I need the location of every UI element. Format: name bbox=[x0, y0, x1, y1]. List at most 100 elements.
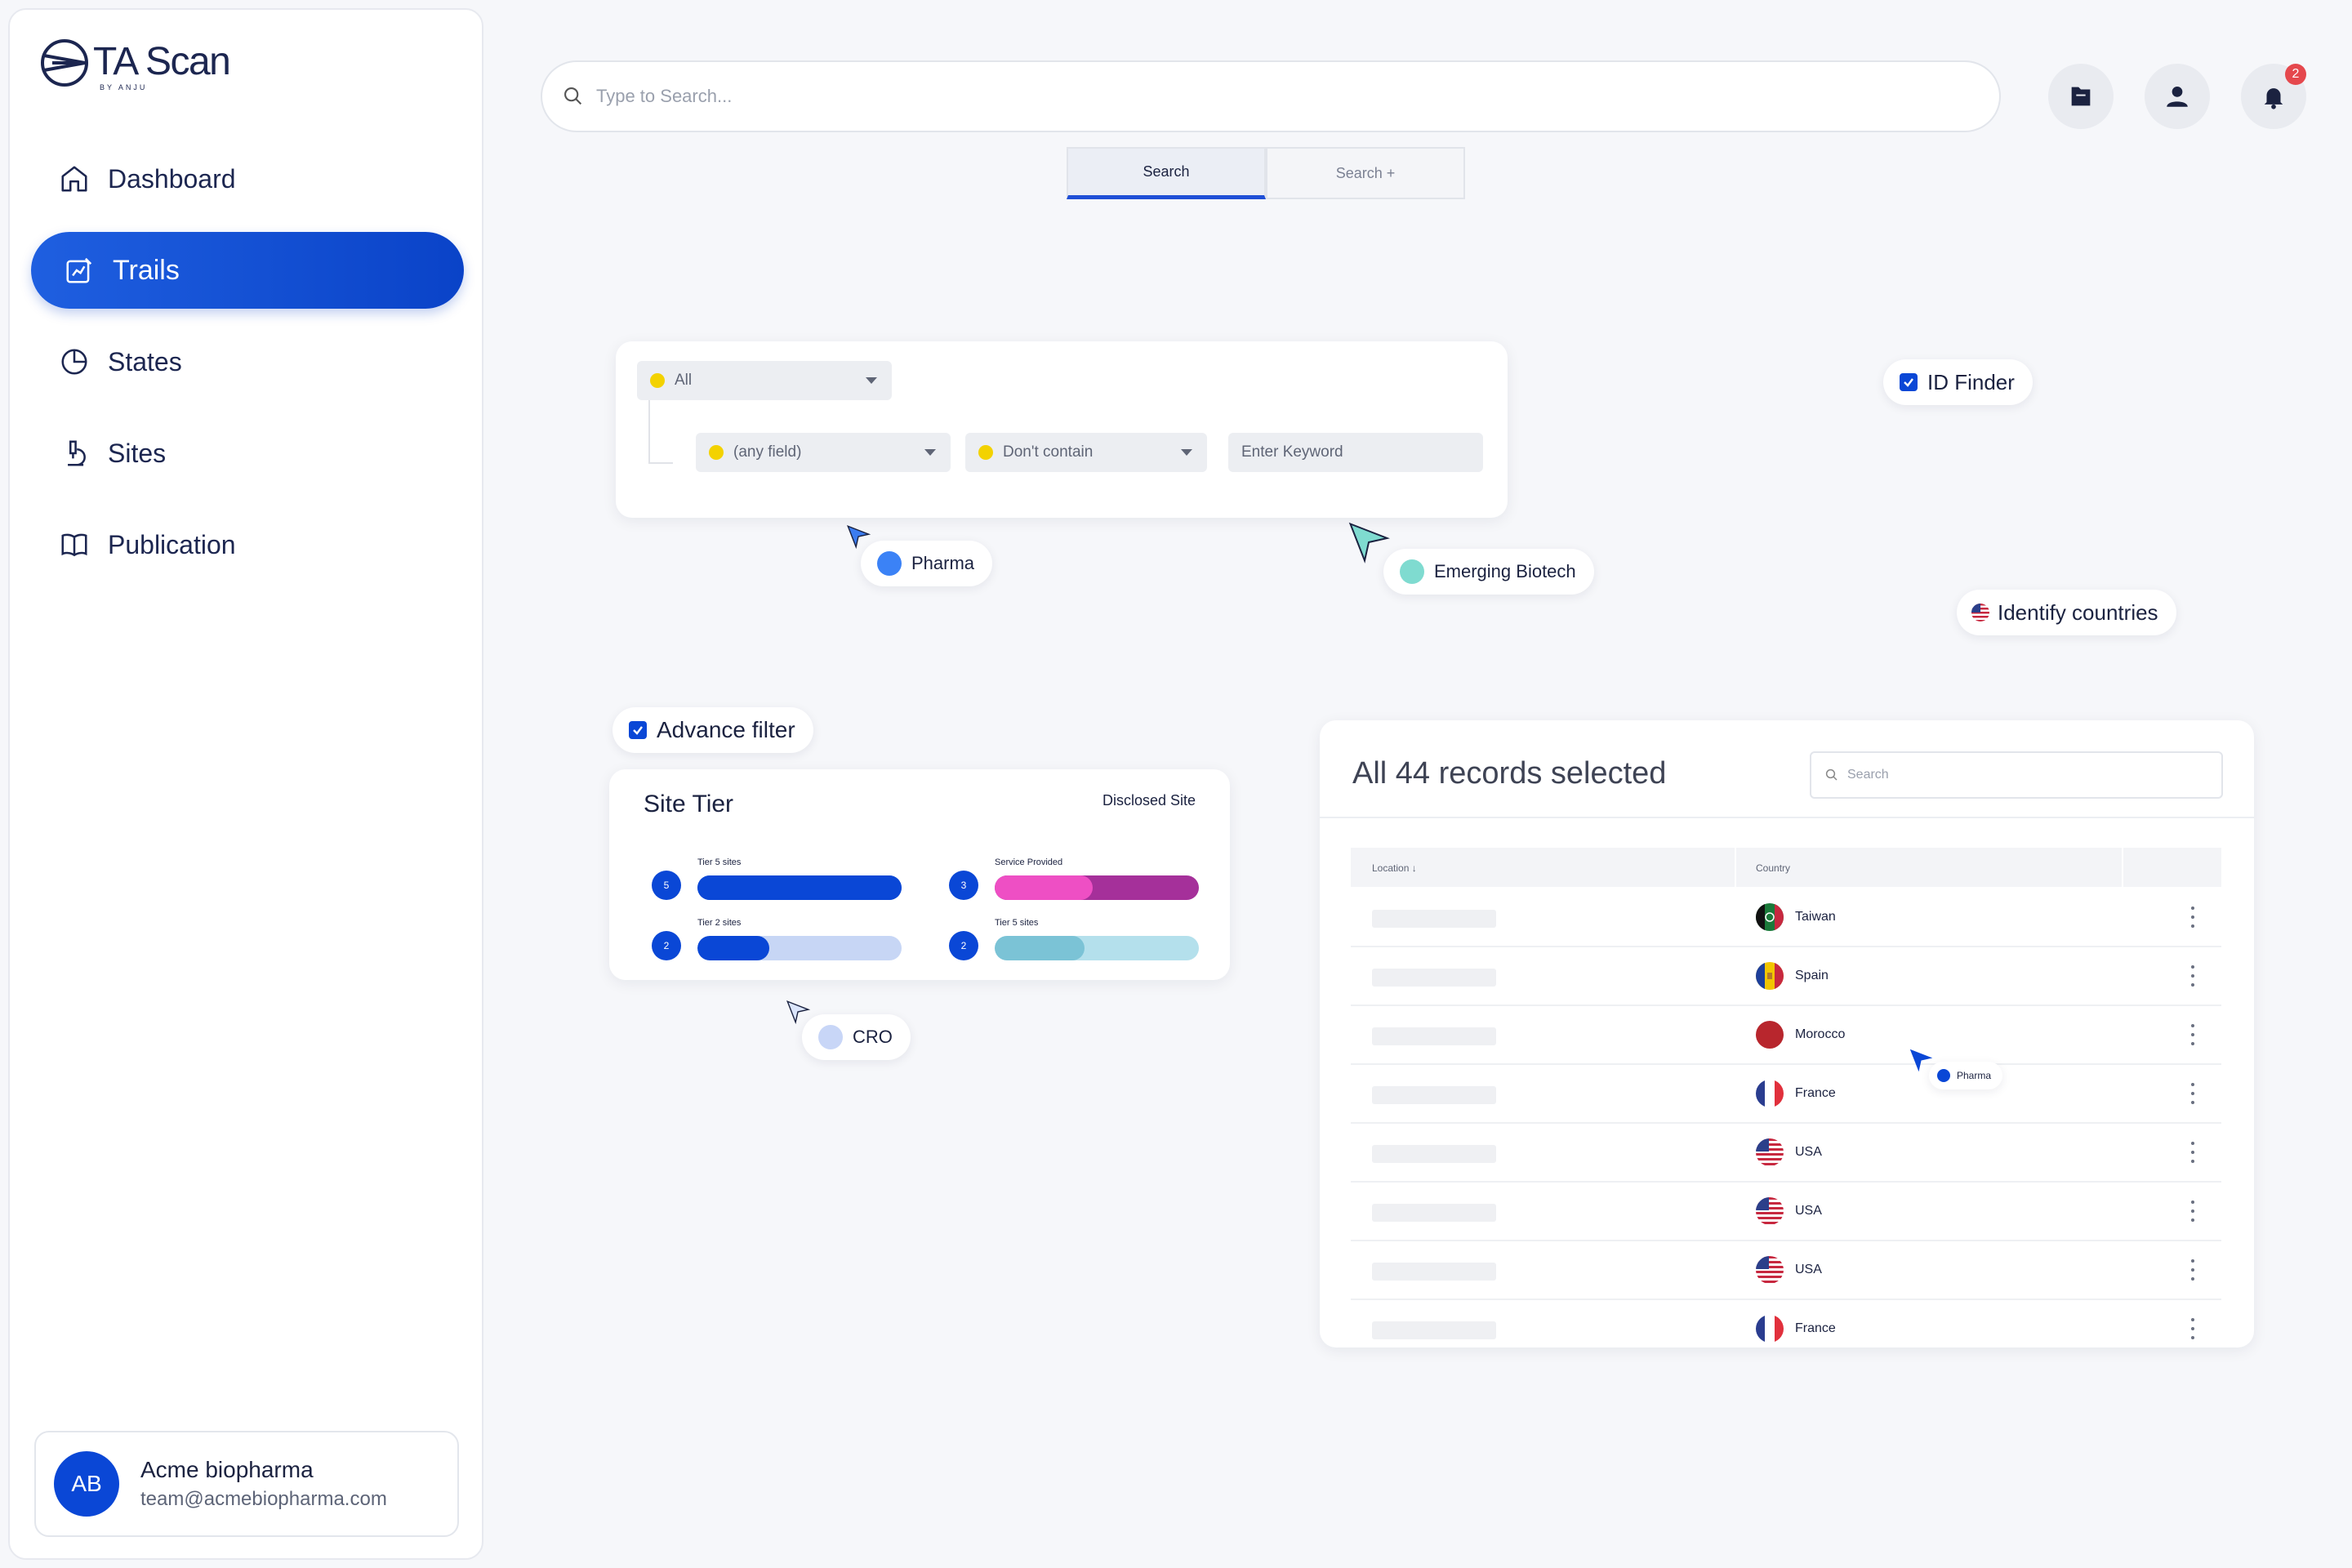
table-row[interactable]: Spain bbox=[1351, 947, 2221, 1006]
more-options-icon[interactable] bbox=[2190, 1024, 2195, 1045]
more-options-icon[interactable] bbox=[2190, 1142, 2195, 1163]
keyword-input[interactable]: Enter Keyword bbox=[1228, 433, 1483, 472]
profile-button[interactable] bbox=[2145, 64, 2210, 129]
pie-chart-icon bbox=[61, 349, 87, 375]
france-flag-icon bbox=[1756, 1315, 1784, 1343]
sidebar-item-sites[interactable]: Sites bbox=[31, 415, 464, 492]
tier-label: Service Provided bbox=[995, 858, 1063, 867]
table-row[interactable]: Taiwan bbox=[1351, 889, 2221, 947]
country-cell: Spain bbox=[1795, 969, 1829, 982]
book-icon bbox=[61, 533, 87, 557]
more-options-icon[interactable] bbox=[2190, 1318, 2195, 1339]
chip-cro: CRO bbox=[802, 1014, 911, 1060]
taiwan-flag-icon bbox=[1756, 903, 1784, 931]
more-options-icon[interactable] bbox=[2190, 965, 2195, 987]
site-tier-title: Site Tier bbox=[644, 791, 734, 817]
usa-flag-icon bbox=[1756, 1256, 1784, 1284]
records-search[interactable] bbox=[1810, 751, 2223, 799]
tier-progress-bar bbox=[697, 875, 902, 900]
usa-flag-icon bbox=[1971, 604, 1989, 621]
tier-count-badge: 2 bbox=[949, 931, 978, 960]
site-tier-card: Site Tier Disclosed Site 5 Tier 5 sites … bbox=[609, 769, 1230, 980]
chip-pharma-small: Pharma bbox=[1929, 1062, 2003, 1089]
ta-scan-logo[interactable]: TA Scan BY ANJU bbox=[39, 38, 231, 91]
search-icon bbox=[1825, 768, 1838, 781]
more-options-icon[interactable] bbox=[2190, 906, 2195, 928]
home-icon bbox=[61, 166, 87, 192]
table-row[interactable]: USA bbox=[1351, 1124, 2221, 1183]
operator-select[interactable]: Don't contain bbox=[965, 433, 1207, 472]
country-cell: USA bbox=[1795, 1145, 1822, 1159]
usa-flag-icon bbox=[1756, 1138, 1784, 1166]
field-select[interactable]: (any field) bbox=[696, 433, 951, 472]
account-card[interactable]: AB Acme biopharma team@acmebiopharma.com bbox=[34, 1431, 459, 1537]
query-builder-card: All (any field) Don't contain Enter Keyw… bbox=[616, 341, 1508, 518]
tier-progress-fill bbox=[995, 936, 1085, 960]
sidebar-item-label: Dashboard bbox=[108, 163, 236, 194]
status-dot-icon bbox=[709, 445, 724, 460]
notification-badge: 2 bbox=[2285, 64, 2306, 85]
cro-color-dot bbox=[818, 1025, 843, 1049]
search-tabs: Search Search + bbox=[1067, 147, 1465, 199]
sidebar-item-dashboard[interactable]: Dashboard bbox=[31, 140, 464, 217]
usa-flag-icon bbox=[1756, 1197, 1784, 1225]
chip-advance-filter[interactable]: Advance filter bbox=[612, 707, 813, 753]
global-search[interactable] bbox=[541, 60, 2001, 132]
location-placeholder bbox=[1372, 1145, 1496, 1163]
scope-select[interactable]: All bbox=[637, 361, 892, 400]
table-row[interactable]: France bbox=[1351, 1065, 2221, 1124]
table-row[interactable]: USA bbox=[1351, 1241, 2221, 1300]
table-header: Location ↓ Country bbox=[1351, 848, 2221, 887]
sidebar-item-label: Sites bbox=[108, 438, 167, 468]
chevron-down-icon bbox=[924, 449, 936, 456]
more-options-icon[interactable] bbox=[2190, 1259, 2195, 1281]
tier-progress-bar bbox=[697, 936, 902, 960]
more-options-icon[interactable] bbox=[2190, 1083, 2195, 1104]
checkbox-checked-icon bbox=[629, 721, 647, 739]
notifications-button[interactable]: 2 bbox=[2241, 64, 2306, 129]
table-row[interactable]: Morocco bbox=[1351, 1006, 2221, 1065]
app-name: TA Scan bbox=[93, 40, 231, 83]
chip-label: Pharma bbox=[1957, 1070, 1992, 1081]
column-header-country[interactable]: Country bbox=[1756, 862, 1790, 874]
bell-icon bbox=[2264, 88, 2283, 109]
chip-pharma: Pharma bbox=[861, 541, 993, 586]
pharma-color-dot bbox=[877, 551, 902, 576]
records-search-input[interactable] bbox=[1847, 768, 2016, 782]
tier-label: Tier 5 sites bbox=[697, 858, 742, 867]
tier-count-badge: 3 bbox=[949, 871, 978, 900]
folder-button[interactable] bbox=[2048, 64, 2114, 129]
more-options-icon[interactable] bbox=[2190, 1200, 2195, 1222]
avatar: AB bbox=[54, 1451, 119, 1517]
table-row[interactable]: USA bbox=[1351, 1183, 2221, 1241]
sidebar-item-publication[interactable]: Publication bbox=[31, 506, 464, 583]
divider bbox=[1320, 817, 2254, 818]
france-flag-icon bbox=[1756, 1080, 1784, 1107]
column-separator bbox=[2122, 848, 2123, 887]
account-name: Acme biopharma bbox=[140, 1457, 314, 1482]
location-placeholder bbox=[1372, 1263, 1496, 1281]
chip-emerging-biotech: Emerging Biotech bbox=[1383, 549, 1594, 595]
microscope-icon bbox=[68, 440, 86, 466]
column-header-location[interactable]: Location ↓ bbox=[1372, 862, 1417, 874]
country-cell: USA bbox=[1795, 1204, 1822, 1218]
location-placeholder bbox=[1372, 1204, 1496, 1222]
sidebar-item-label: States bbox=[108, 346, 182, 376]
app-tagline: BY ANJU bbox=[100, 83, 148, 91]
chip-id-finder[interactable]: ID Finder bbox=[1883, 359, 2033, 405]
tier-item: 3 Service Provided bbox=[949, 854, 1227, 903]
keyword-placeholder: Enter Keyword bbox=[1241, 443, 1343, 461]
sidebar-item-trails[interactable]: Trails bbox=[31, 232, 464, 309]
search-input[interactable] bbox=[596, 86, 1903, 107]
sidebar-item-label: Trails bbox=[113, 254, 180, 286]
status-dot-icon bbox=[650, 373, 665, 388]
status-dot-icon bbox=[978, 445, 993, 460]
tab-search[interactable]: Search bbox=[1067, 147, 1266, 199]
table-row[interactable]: France bbox=[1351, 1300, 2221, 1348]
tab-search-plus[interactable]: Search + bbox=[1266, 147, 1465, 199]
checkbox-checked-icon bbox=[1900, 373, 1918, 391]
user-icon bbox=[2167, 86, 2188, 107]
sidebar-item-label: Publication bbox=[108, 529, 236, 559]
sidebar-item-states[interactable]: States bbox=[31, 323, 464, 400]
chip-label: CRO bbox=[853, 1027, 893, 1047]
